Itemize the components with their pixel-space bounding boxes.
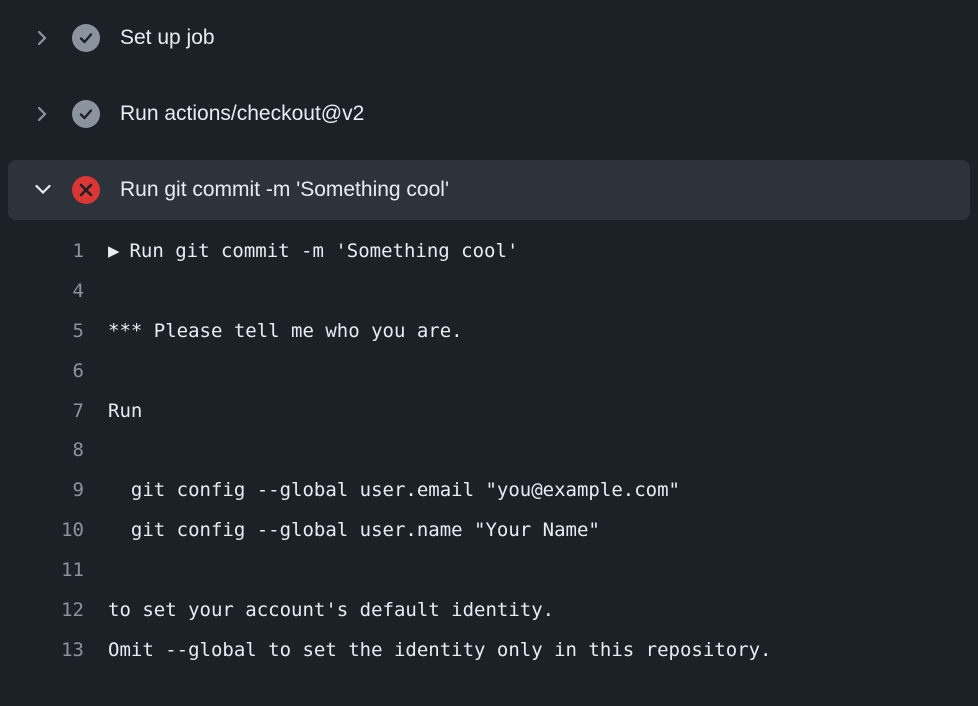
line-content: Run — [108, 392, 142, 432]
log-line: 5 *** Please tell me who you are. — [0, 312, 978, 352]
line-content: git config --global user.name "Your Name… — [108, 511, 600, 551]
log-line: 7 Run — [0, 392, 978, 432]
step-title: Set up job — [120, 26, 215, 50]
line-number: 4 — [0, 272, 108, 312]
log-line: 9 git config --global user.email "you@ex… — [0, 471, 978, 511]
line-content: git config --global user.email "you@exam… — [108, 471, 680, 511]
line-content: Omit --global to set the identity only i… — [108, 631, 771, 671]
log-line: 12 to set your account's default identit… — [0, 591, 978, 631]
log-line: 11 — [0, 551, 978, 591]
line-number: 7 — [0, 392, 108, 432]
line-content: to set your account's default identity. — [108, 591, 554, 631]
log-line: 8 — [0, 431, 978, 471]
line-content: *** Please tell me who you are. — [108, 312, 463, 352]
chevron-down-icon — [34, 181, 52, 199]
step-title: Run git commit -m 'Something cool' — [120, 178, 449, 202]
log-line[interactable]: 1 ▶Run git commit -m 'Something cool' — [0, 232, 978, 272]
status-success-icon — [72, 100, 100, 128]
expand-triangle-icon[interactable]: ▶ — [108, 232, 119, 272]
line-number: 5 — [0, 312, 108, 352]
line-number: 1 — [0, 232, 108, 272]
line-number: 9 — [0, 471, 108, 511]
status-failure-icon — [72, 176, 100, 204]
log-output: 1 ▶Run git commit -m 'Something cool' 4 … — [0, 220, 978, 671]
log-line: 4 — [0, 272, 978, 312]
log-line: 10 git config --global user.name "Your N… — [0, 511, 978, 551]
line-number: 10 — [0, 511, 108, 551]
line-number: 8 — [0, 431, 108, 471]
line-number: 12 — [0, 591, 108, 631]
log-line: 6 — [0, 352, 978, 392]
chevron-right-icon — [34, 105, 52, 123]
step-row-git-commit[interactable]: Run git commit -m 'Something cool' — [8, 160, 970, 220]
step-title: Run actions/checkout@v2 — [120, 102, 364, 126]
step-row-setup-job[interactable]: Set up job — [0, 8, 978, 68]
chevron-right-icon — [34, 29, 52, 47]
status-success-icon — [72, 24, 100, 52]
log-line: 13 Omit --global to set the identity onl… — [0, 631, 978, 671]
step-row-checkout[interactable]: Run actions/checkout@v2 — [0, 84, 978, 144]
line-number: 11 — [0, 551, 108, 591]
line-number: 6 — [0, 352, 108, 392]
line-number: 13 — [0, 631, 108, 671]
line-content: ▶Run git commit -m 'Something cool' — [108, 232, 518, 272]
